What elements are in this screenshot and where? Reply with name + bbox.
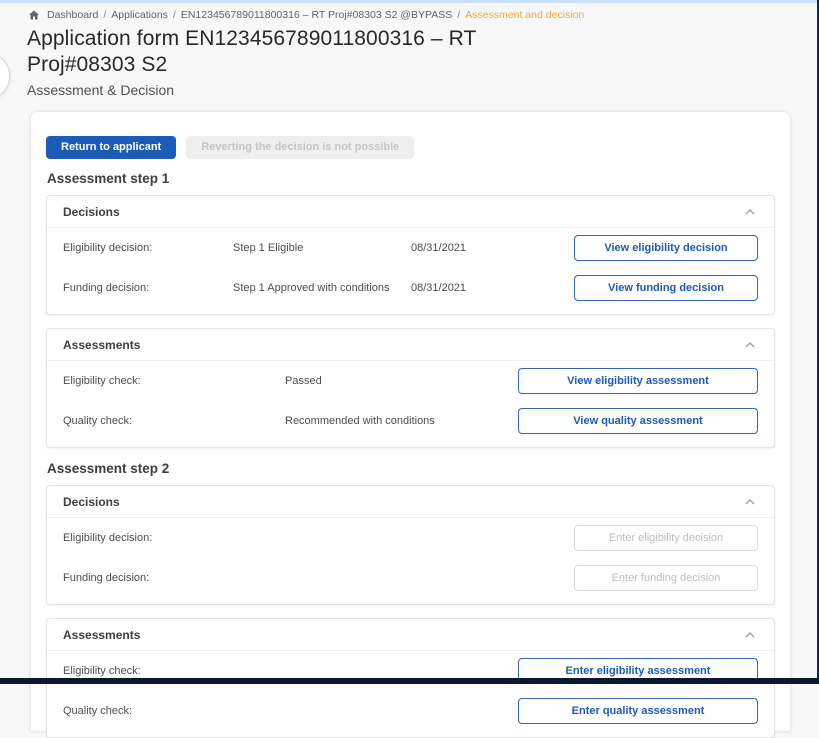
- card-header: Assessments: [47, 329, 774, 361]
- row-label: Eligibility check:: [63, 375, 285, 387]
- toolbar: Return to applicant Reverting the decisi…: [46, 136, 775, 159]
- breadcrumb-separator: /: [103, 9, 106, 21]
- page-title-line2: Proj#08303 S2: [27, 52, 587, 78]
- decisions-card-step-1: Decisions Eligibility decision: Step 1 E…: [46, 195, 775, 315]
- side-panel-handle[interactable]: [0, 52, 10, 100]
- row-date: 08/31/2021: [411, 282, 574, 294]
- chevron-up-icon[interactable]: [742, 627, 758, 643]
- row-label: Eligibility decision:: [63, 242, 233, 254]
- page-title: Application form EN123456789011800316 – …: [27, 26, 587, 77]
- table-row: Eligibility decision: Step 1 Eligible 08…: [47, 228, 774, 268]
- card-header: Decisions: [47, 486, 774, 518]
- view-quality-assessment-button[interactable]: View quality assessment: [518, 408, 758, 434]
- window-top-edge: [0, 0, 819, 3]
- row-label: Eligibility check:: [63, 665, 285, 677]
- row-value: Step 1 Approved with conditions: [233, 282, 411, 294]
- table-row: Eligibility decision: Enter eligibility …: [47, 518, 774, 558]
- section-heading-step-1: Assessment step 1: [47, 171, 775, 186]
- enter-funding-decision-button: Enter funding decision: [574, 565, 758, 591]
- table-row: Quality check: Recommended with conditio…: [47, 401, 774, 441]
- page-title-line1: Application form EN123456789011800316 – …: [27, 26, 587, 52]
- row-value: Passed: [285, 375, 518, 387]
- breadcrumb-separator: /: [457, 9, 460, 21]
- breadcrumb-application-id[interactable]: EN123456789011800316 – RT Proj#08303 S2 …: [181, 9, 452, 21]
- table-row: Eligibility check: Passed View eligibili…: [47, 361, 774, 401]
- row-label: Eligibility decision:: [63, 532, 233, 544]
- row-label: Funding decision:: [63, 282, 233, 294]
- view-eligibility-decision-button[interactable]: View eligibility decision: [574, 235, 758, 261]
- row-label: Quality check:: [63, 705, 285, 717]
- home-icon[interactable]: [28, 9, 40, 21]
- view-funding-decision-button[interactable]: View funding decision: [574, 275, 758, 301]
- card-header: Decisions: [47, 196, 774, 228]
- enter-eligibility-decision-button: Enter eligibility decision: [574, 525, 758, 551]
- main-panel: Return to applicant Reverting the decisi…: [30, 111, 791, 731]
- breadcrumb-dashboard[interactable]: Dashboard: [47, 9, 98, 21]
- chevron-up-icon[interactable]: [742, 494, 758, 510]
- breadcrumb-separator: /: [173, 9, 176, 21]
- window-bottom-edge: [0, 678, 819, 684]
- row-date: 08/31/2021: [411, 242, 574, 254]
- page-subtitle: Assessment & Decision: [27, 82, 587, 98]
- return-to-applicant-button[interactable]: Return to applicant: [46, 136, 176, 159]
- card-title: Decisions: [63, 495, 120, 509]
- table-row: Quality check: Enter quality assessment: [47, 691, 774, 731]
- chevron-up-icon[interactable]: [742, 204, 758, 220]
- card-title: Assessments: [63, 338, 140, 352]
- card-title: Assessments: [63, 628, 140, 642]
- decisions-card-step-2: Decisions Eligibility decision: Enter el…: [46, 485, 775, 605]
- breadcrumb: Dashboard / Applications / EN12345678901…: [28, 9, 799, 21]
- revert-decision-button: Reverting the decision is not possible: [186, 136, 414, 159]
- enter-quality-assessment-button[interactable]: Enter quality assessment: [518, 698, 758, 724]
- card-title: Decisions: [63, 205, 120, 219]
- row-label: Quality check:: [63, 415, 285, 427]
- table-row: Funding decision: Step 1 Approved with c…: [47, 268, 774, 308]
- chevron-up-icon[interactable]: [742, 337, 758, 353]
- row-value: Recommended with conditions: [285, 415, 518, 427]
- breadcrumb-current: Assessment and decision: [465, 9, 584, 21]
- view-eligibility-assessment-button[interactable]: View eligibility assessment: [518, 368, 758, 394]
- assessments-card-step-1: Assessments Eligibility check: Passed Vi…: [46, 328, 775, 448]
- row-label: Funding decision:: [63, 572, 233, 584]
- breadcrumb-applications[interactable]: Applications: [111, 9, 168, 21]
- section-heading-step-2: Assessment step 2: [47, 461, 775, 476]
- table-row: Funding decision: Enter funding decision: [47, 558, 774, 598]
- table-row: Eligibility check: Enter eligibility ass…: [47, 651, 774, 691]
- card-header: Assessments: [47, 619, 774, 651]
- row-value: Step 1 Eligible: [233, 242, 411, 254]
